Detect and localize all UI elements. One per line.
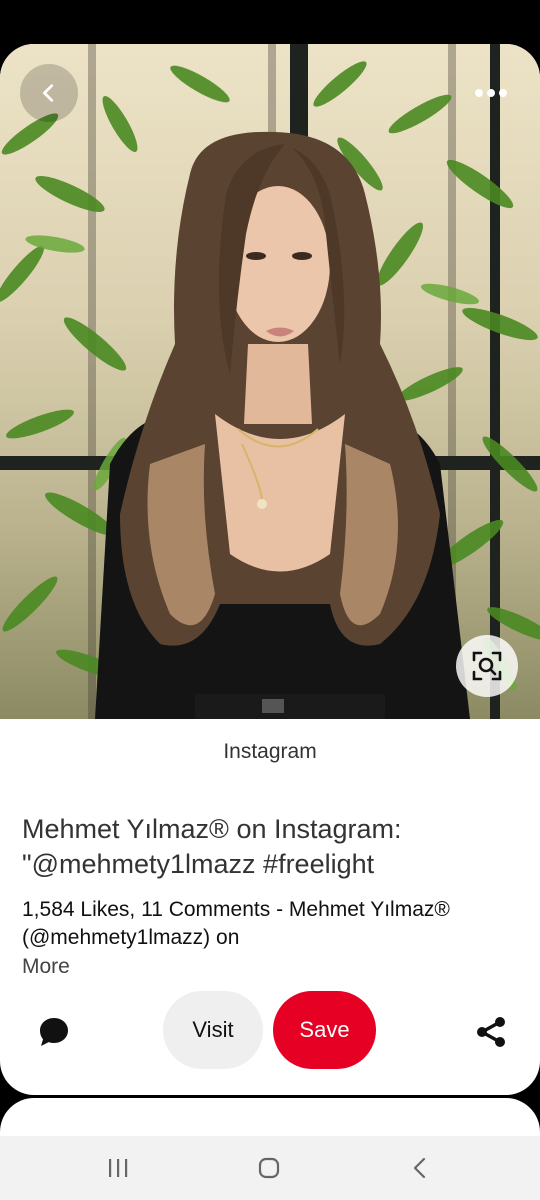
visual-search-button[interactable] [456,635,518,697]
back-button[interactable] [20,64,78,122]
home-icon [258,1157,280,1179]
visual-search-icon [472,651,502,681]
more-horizontal-icon [475,89,507,97]
home-button[interactable] [249,1152,289,1184]
recents-icon [109,1159,128,1177]
share-icon [477,1017,505,1047]
model-portrait [95,131,470,719]
status-bar [0,0,540,44]
visit-button[interactable]: Visit [163,991,263,1069]
chevron-left-icon [43,84,54,102]
pin-source-label[interactable]: Instagram [0,740,540,764]
pin-title: Mehmet Yılmaz® on Instagram: "@mehmety1l… [22,814,402,879]
save-button[interactable]: Save [273,991,376,1069]
more-link[interactable]: More [22,953,70,981]
system-back-button[interactable] [400,1152,440,1184]
recents-button[interactable] [98,1152,138,1184]
more-options-button[interactable] [462,64,520,122]
pin-description: 1,584 Likes, 11 Comments - Mehmet Yılmaz… [22,898,450,949]
comment-button[interactable] [28,1006,80,1058]
pin-image[interactable] [0,44,540,719]
back-icon [413,1157,426,1179]
share-button[interactable] [465,1006,517,1058]
system-navigation-bar [0,1136,540,1200]
pin-closeup-card: Instagram Mehmet Yılmaz® on Instagram: "… [0,44,540,1095]
comment-bubble-icon [40,1018,68,1046]
